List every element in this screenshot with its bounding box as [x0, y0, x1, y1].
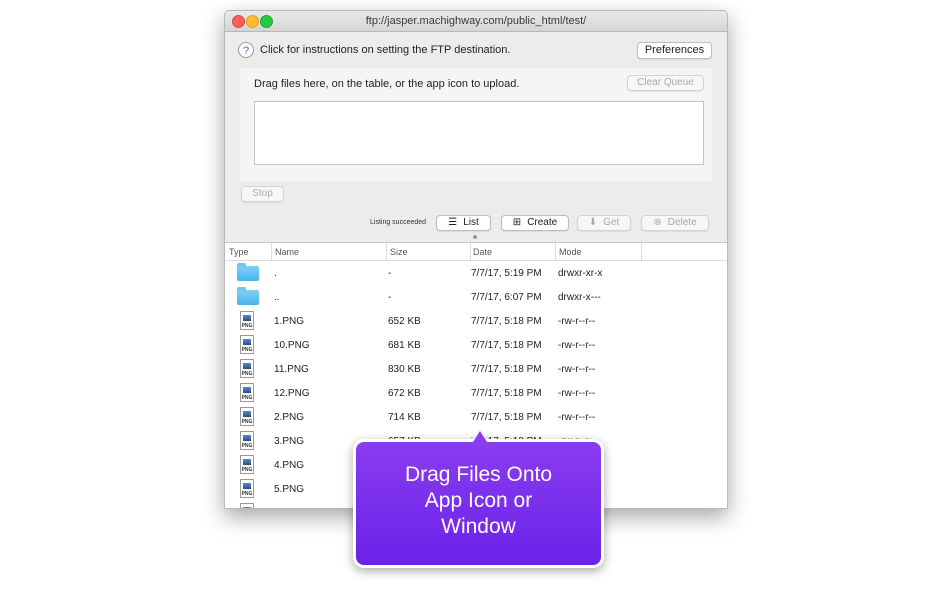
- table-row[interactable]: PNG 11.PNG 830 KB 7/7/17, 5:18 PM -rw-r--r--: [225, 357, 727, 381]
- png-file-icon: PNG: [240, 407, 254, 426]
- png-file-icon: PNG: [240, 503, 254, 508]
- folder-icon: [237, 263, 259, 281]
- cell-mode: drwxr-xr-x: [558, 268, 603, 279]
- cell-size: -: [388, 292, 392, 303]
- list-icon: ☰: [448, 217, 458, 228]
- stop-button[interactable]: Stop: [241, 186, 284, 202]
- cell-name: 2.PNG: [274, 412, 305, 423]
- cell-name: 6.PNG: [274, 508, 304, 509]
- cell-size: 672 KB: [388, 388, 421, 399]
- png-file-icon: PNG: [240, 383, 254, 402]
- cell-name: ..: [274, 292, 280, 303]
- close-window-icon[interactable]: [232, 15, 245, 28]
- clear-queue-button[interactable]: Clear Queue: [627, 75, 704, 91]
- png-file-icon: PNG: [240, 431, 254, 450]
- title-bar[interactable]: ftp://jasper.machighway.com/public_html/…: [225, 11, 727, 32]
- table-row[interactable]: PNG 10.PNG 681 KB 7/7/17, 5:18 PM -rw-r--r--: [225, 333, 727, 357]
- column-header-type[interactable]: Type: [229, 247, 249, 257]
- cell-mode: -rw-r--r--: [558, 316, 596, 327]
- column-header-date[interactable]: Date: [473, 247, 492, 257]
- cell-name: 4.PNG: [274, 460, 305, 471]
- cell-size: -: [388, 268, 392, 279]
- window-title: ftp://jasper.machighway.com/public_html/…: [365, 15, 587, 27]
- table-row[interactable]: PNG 12.PNG 672 KB 7/7/17, 5:18 PM -rw-r--r--: [225, 381, 727, 405]
- split-view-handle[interactable]: [473, 235, 477, 239]
- delete-button-label: Delete: [667, 217, 697, 228]
- cell-size: 830 KB: [388, 364, 421, 375]
- delete-button[interactable]: ⊗ Delete: [641, 215, 709, 231]
- cell-date: 7/7/17, 5:18 PM: [471, 340, 542, 351]
- table-row[interactable]: PNG 1.PNG 652 KB 7/7/17, 5:18 PM -rw-r--r--: [225, 309, 727, 333]
- table-row[interactable]: . - 7/7/17, 5:19 PM drwxr-xr-x: [225, 261, 727, 285]
- table-row[interactable]: .. - 7/7/17, 6:07 PM drwxr-x---: [225, 285, 727, 309]
- png-file-icon: PNG: [240, 335, 254, 354]
- delete-x-icon: ⊗: [653, 217, 662, 228]
- download-arrow-icon: ⬇: [588, 217, 598, 228]
- cell-name: 5.PNG: [274, 484, 305, 495]
- cell-mode: -rw-r--r--: [558, 388, 596, 399]
- column-header-name[interactable]: Name: [275, 247, 299, 257]
- column-header-size[interactable]: Size: [390, 247, 408, 257]
- cell-size: 714 KB: [388, 412, 421, 423]
- cell-size: 652 KB: [388, 316, 421, 327]
- minimize-window-icon[interactable]: [246, 15, 259, 28]
- cell-mode: -rw-r--r--: [558, 412, 596, 423]
- upload-drop-panel[interactable]: Drag files here, on the table, or the ap…: [240, 68, 712, 181]
- cell-date: 7/7/17, 5:18 PM: [471, 412, 542, 423]
- cell-mode: -rw-r--r--: [558, 340, 596, 351]
- folder-icon: [237, 287, 259, 305]
- zoom-window-icon[interactable]: [260, 15, 273, 28]
- cell-mode: -rw-r--r--: [558, 364, 596, 375]
- new-folder-icon: ⊞: [512, 217, 522, 228]
- cell-name: 1.PNG: [274, 316, 305, 327]
- cell-name: 10.PNG: [274, 340, 310, 351]
- listing-status: Listing succeeded: [370, 219, 427, 226]
- help-instructions-text: Click for instructions on setting the FT…: [260, 44, 511, 56]
- cell-name: .: [274, 268, 277, 279]
- column-header-mode[interactable]: Mode: [559, 247, 582, 257]
- preferences-button[interactable]: Preferences: [637, 42, 712, 59]
- callout-text: Drag Files Onto App Icon or Window: [404, 463, 553, 538]
- png-file-icon: PNG: [240, 359, 254, 378]
- cell-date: 7/7/17, 6:07 PM: [471, 292, 542, 303]
- cell-name: 11.PNG: [274, 364, 309, 375]
- help-icon[interactable]: ?: [238, 42, 254, 58]
- cell-date: 7/7/17, 5:18 PM: [471, 364, 542, 375]
- list-button-label: List: [463, 217, 479, 228]
- upload-queue-list[interactable]: [254, 101, 704, 165]
- png-file-icon: PNG: [240, 455, 254, 474]
- get-button[interactable]: ⬇ Get: [577, 215, 631, 231]
- table-header: Type Name Size Date Mode: [225, 243, 727, 261]
- drop-instructions: Drag files here, on the table, or the ap…: [254, 78, 520, 90]
- png-file-icon: PNG: [240, 311, 254, 330]
- create-button[interactable]: ⊞ Create: [501, 215, 569, 231]
- callout-pointer-fill: [473, 431, 487, 442]
- promo-callout: Drag Files Onto App Icon or Window: [353, 439, 604, 568]
- cell-date: 7/7/17, 5:18 PM: [471, 388, 542, 399]
- cell-date: 7/7/17, 5:18 PM: [471, 316, 542, 327]
- cell-size: 681 KB: [388, 340, 421, 351]
- cell-date: 7/7/17, 5:19 PM: [471, 268, 542, 279]
- cell-name: 3.PNG: [274, 436, 305, 447]
- png-file-icon: PNG: [240, 479, 254, 498]
- cell-name: 12.PNG: [274, 388, 310, 399]
- list-button[interactable]: ☰ List: [436, 215, 491, 231]
- create-button-label: Create: [527, 217, 558, 228]
- get-button-label: Get: [603, 217, 620, 228]
- cell-mode: drwxr-x---: [558, 292, 601, 303]
